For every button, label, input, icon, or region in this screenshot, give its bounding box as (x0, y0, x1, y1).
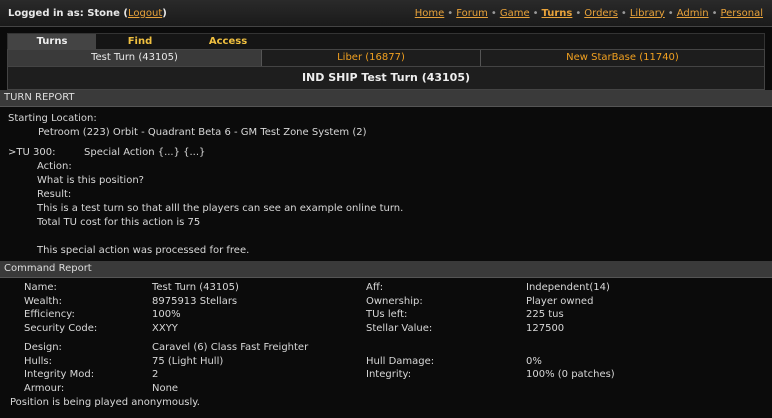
turn-report-heading: TURN REPORT (0, 90, 772, 107)
nav-separator: • (490, 7, 497, 19)
nav-separator: • (575, 7, 582, 19)
field-value: 100% (152, 309, 181, 320)
nav-link-game[interactable]: Game (500, 8, 530, 19)
main-nav: Home • Forum • Game • Turns • Orders • Library • Adm… (414, 8, 764, 19)
login-status: Logged in as: Stone (Logout) (8, 7, 167, 19)
field-value: 75 (Light Hull) (152, 355, 224, 367)
field-label: Efficiency: (24, 309, 75, 320)
nav-link-personal[interactable]: Personal (720, 8, 763, 19)
position-tab-new-starbase[interactable]: New StarBase (11740) (481, 50, 764, 66)
field-value: Caravel (6) Class Fast Freighter (152, 342, 309, 353)
field-label: Security Code: (24, 322, 98, 334)
field-value: Test Turn (43105) (152, 282, 239, 293)
position-tabs: Test Turn (43105) Liber (16877) New Star… (7, 49, 765, 67)
result-line-2: Total TU cost for this action is 75 (37, 217, 201, 228)
command-report-section: Command Report Name: Test Turn (43105) Aff… (0, 261, 772, 410)
logout-link[interactable]: Logout (128, 8, 162, 19)
tab-access[interactable]: Access (184, 34, 272, 49)
field-value: 127500 (526, 322, 565, 334)
field-value: 225 tus (526, 309, 564, 320)
logged-in-label: Logged in as: Stone (8, 7, 120, 19)
nav-separator: • (620, 7, 627, 19)
field-label: Ownership: (366, 295, 423, 307)
nav-separator: • (532, 7, 539, 19)
nav-separator: • (711, 7, 718, 19)
command-grid-2: Design: Caravel (6) Class Fast Freighter H… (8, 341, 764, 395)
field-label: Name: (24, 282, 57, 293)
field-value: Independent(14) (526, 282, 610, 293)
field-value: XXYY (152, 322, 178, 334)
action-text: What is this position? (37, 175, 144, 186)
free-note: This special action was processed for fr… (37, 245, 250, 256)
result-label: Result: (37, 189, 72, 200)
position-tab-test-turn[interactable]: Test Turn (43105) (8, 50, 262, 66)
tab-find[interactable]: Find (96, 34, 184, 49)
nav-link-home[interactable]: Home (415, 8, 445, 19)
starting-location: Petroom (223) Orbit - Quadrant Beta 6 - … (38, 127, 367, 138)
tab-turns[interactable]: Turns (8, 34, 96, 49)
field-label: Integrity: (366, 369, 412, 380)
tu-label: >TU 300: (8, 147, 56, 158)
nav-link-admin[interactable]: Admin (677, 8, 709, 19)
field-value (526, 382, 726, 396)
nav-link-turns[interactable]: Turns (542, 8, 573, 19)
nav-separator: • (667, 7, 674, 19)
page-title: IND SHIP Test Turn (43105) (7, 67, 765, 90)
field-label (366, 382, 526, 396)
nav-link-library[interactable]: Library (630, 8, 665, 19)
nav-separator: • (447, 7, 454, 19)
field-value: 100% (0 patches) (526, 369, 615, 380)
field-value: 0% (526, 355, 542, 367)
field-label: Hulls: (24, 355, 52, 367)
tab-bar: Turns Find Access (7, 33, 765, 49)
command-report-heading: Command Report (0, 261, 772, 278)
anonymous-note: Position is being played anonymously. (10, 397, 200, 408)
top-bar: Logged in as: Stone (Logout) Home • Forum •… (0, 0, 772, 27)
position-tab-liber[interactable]: Liber (16877) (262, 50, 481, 66)
field-label: TUs left: (366, 309, 408, 320)
result-line-1: This is a test turn so that alll the pla… (37, 203, 404, 214)
field-value: Player owned (526, 295, 594, 307)
field-label: Hull Damage: (366, 355, 435, 367)
field-label: Aff: (366, 282, 384, 293)
field-value: 8975913 Stellars (152, 295, 238, 307)
action-label: Action: (37, 161, 72, 172)
field-label: Integrity Mod: (24, 369, 95, 380)
field-value (526, 341, 726, 355)
field-label: Wealth: (24, 295, 62, 307)
turn-report-section: TURN REPORT Starting Location: Petroom (… (0, 90, 772, 261)
field-label: Design: (24, 342, 62, 353)
nav-link-forum[interactable]: Forum (456, 8, 488, 19)
field-value: 2 (152, 369, 159, 380)
tu-action: Special Action {...} {...} (84, 147, 206, 158)
tu-entry: >TU 300: Special Action {...} {...} (8, 146, 764, 160)
command-grid-1: Name: Test Turn (43105) Aff: Independent(14… (8, 281, 764, 335)
field-label: Armour: (24, 382, 65, 394)
field-value: None (152, 382, 179, 394)
field-label (366, 341, 526, 355)
nav-link-orders[interactable]: Orders (584, 8, 618, 19)
starting-location-label: Starting Location: (8, 113, 97, 124)
field-label: Stellar Value: (366, 322, 433, 334)
